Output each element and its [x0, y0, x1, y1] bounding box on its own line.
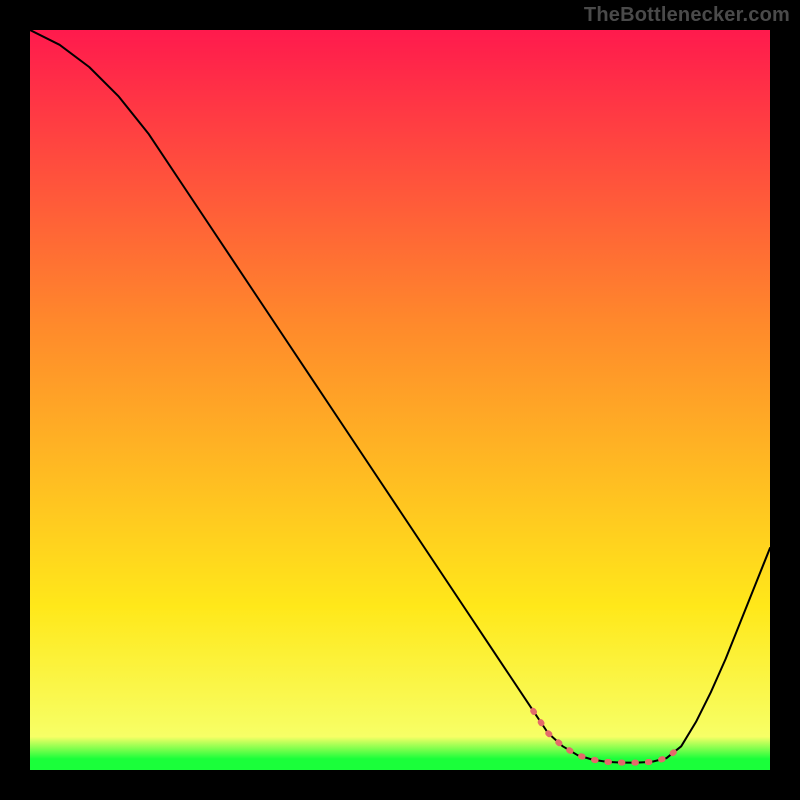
chart-background — [30, 30, 770, 770]
plot-area — [30, 30, 770, 770]
watermark-label: TheBottlenecker.com — [584, 4, 790, 27]
chart-container: TheBottlenecker.com — [0, 0, 800, 800]
chart-svg — [30, 30, 770, 770]
